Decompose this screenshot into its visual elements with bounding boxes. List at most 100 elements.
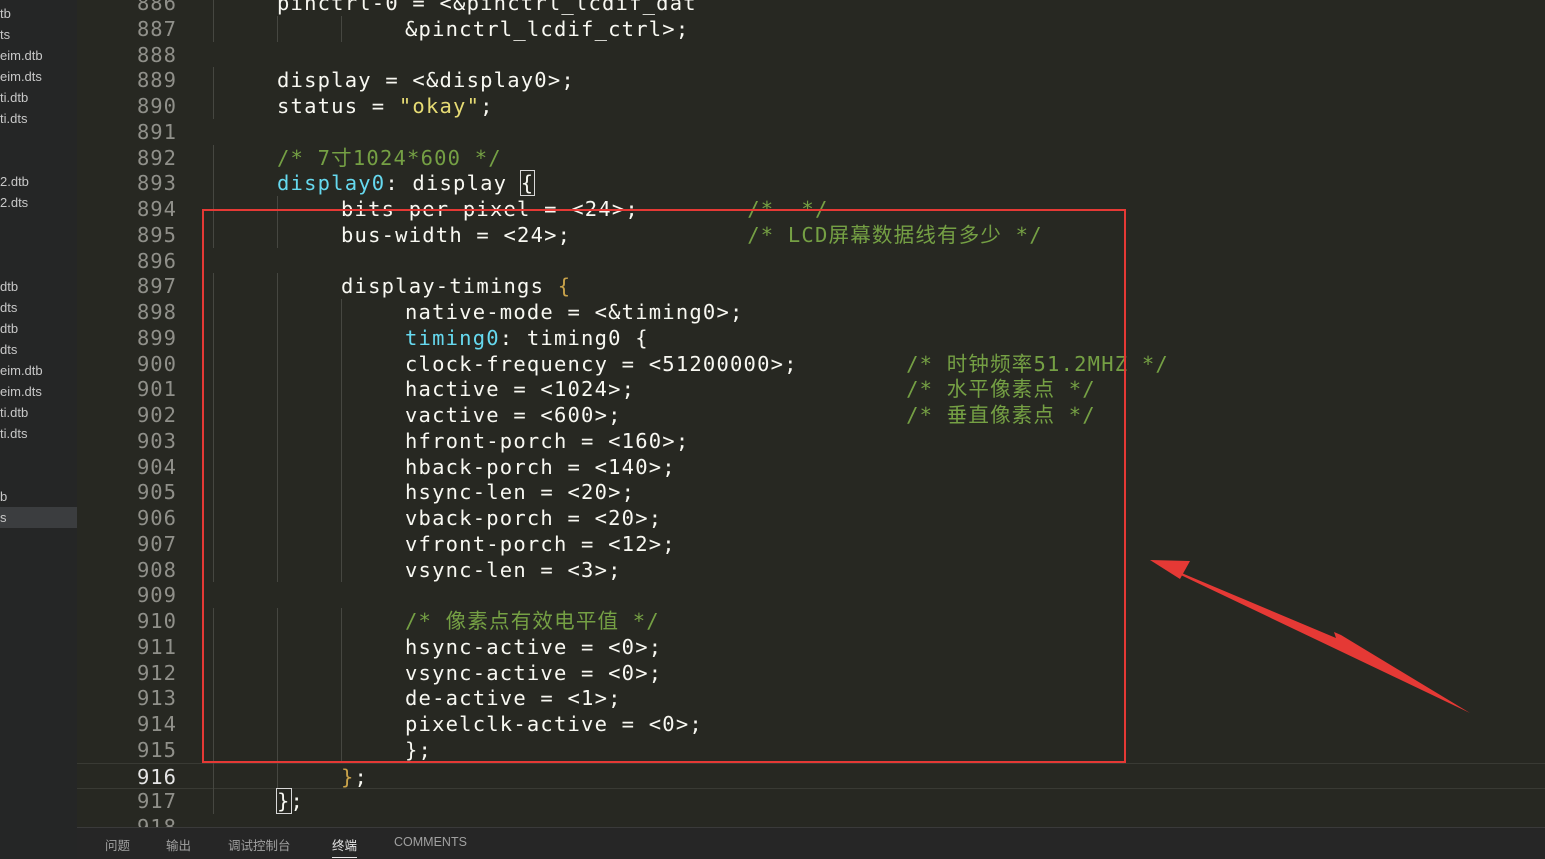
sidebar-file-item[interactable]: ti.dtb (0, 402, 77, 423)
code-line[interactable]: 889 display = <&display0>; (77, 67, 1545, 93)
code-line[interactable]: 916}; (77, 762, 1545, 790)
panel-tab[interactable]: 调试控制台 (228, 835, 291, 854)
code-token: /* 7寸1024*600 */ (277, 145, 502, 170)
code-token: &pinctrl_lcdif_ctrl>; (405, 16, 690, 41)
sidebar-file-item[interactable]: 2.dts (0, 192, 77, 213)
code-line[interactable]: 891 (77, 119, 1545, 145)
code-line[interactable]: 892 /* 7寸1024*600 */ (77, 145, 1545, 171)
code-token: pinctrl-0 = <&pinctrl_lcdif_dat (277, 0, 697, 15)
sidebar-file-item[interactable] (0, 255, 77, 276)
line-number: 916 (136, 764, 177, 789)
sidebar-file-item[interactable]: dtb (0, 318, 77, 339)
line-number: 898 (136, 300, 177, 324)
code-token: : display (385, 171, 521, 196)
panel-tab[interactable]: COMMENTS (394, 835, 467, 849)
code-token: { (519, 170, 536, 197)
line-number: 914 (136, 712, 177, 736)
bottom-panel-tabs: 问题 输出 调试控制台 终端 COMMENTS (77, 827, 1545, 859)
line-number: 888 (136, 42, 177, 67)
indent-guide (213, 67, 214, 93)
code-text: display = <&display0>; (277, 67, 575, 93)
line-number: 912 (136, 660, 177, 685)
code-token: ; (290, 789, 305, 814)
line-number: 910 (136, 609, 177, 633)
sidebar-file-item[interactable] (0, 465, 77, 486)
sidebar-file-item[interactable]: ti.dts (0, 108, 77, 129)
line-number: 891 (136, 119, 177, 144)
panel-tab[interactable]: 终端 (332, 835, 358, 858)
line-number: 900 (136, 351, 177, 376)
line-number: 897 (136, 274, 177, 299)
panel-tab[interactable]: 输出 (166, 835, 191, 854)
sidebar-file-item[interactable]: eim.dtb (0, 45, 77, 66)
code-line[interactable]: 893 display0: display { (77, 170, 1545, 197)
code-token: ; (354, 764, 369, 789)
indent-guide (277, 762, 278, 789)
line-number: 902 (136, 403, 177, 427)
code-token: display = <&display0>; (277, 68, 575, 93)
line-number: 911 (136, 634, 177, 659)
sidebar-file-item[interactable]: dts (0, 297, 77, 318)
code-text: status = "okay"; (277, 93, 494, 119)
sidebar-file-item[interactable]: eim.dts (0, 381, 77, 402)
code-line[interactable]: 890 status = "okay"; (77, 93, 1545, 119)
panel-tab[interactable]: 问题 (105, 835, 130, 854)
line-number: 903 (136, 428, 177, 453)
line-number: 915 (136, 737, 177, 762)
line-number: 909 (136, 583, 177, 608)
line-number: 889 (136, 68, 177, 93)
code-line[interactable]: 918 (77, 814, 1545, 827)
code-line[interactable]: 887 &pinctrl_lcdif_ctrl>; (77, 16, 1545, 42)
code-line[interactable]: 917}; (77, 788, 1545, 815)
code-token: } (276, 788, 292, 815)
arrow-shaft (1164, 567, 1470, 713)
sidebar-file-item[interactable] (0, 213, 77, 234)
code-line[interactable]: 886 pinctrl-0 = <&pinctrl_lcdif_dat (77, 0, 1545, 16)
sidebar-file-item[interactable]: ti.dtb (0, 87, 77, 108)
code-token: "okay" (398, 94, 481, 118)
code-token: ; (480, 94, 494, 118)
indent-guide (213, 762, 214, 789)
file-explorer-sidebar: tb ts eim.dtb eim.dts ti.dtb ti.dts 2.dtb 2.dts… (0, 0, 77, 859)
sidebar-file-item[interactable]: b (0, 486, 77, 507)
indent-guide (213, 144, 214, 171)
indent-guide (213, 0, 214, 16)
indent-guide (213, 170, 214, 196)
code-text: /* 7寸1024*600 */ (277, 145, 502, 171)
line-number: 904 (136, 454, 177, 479)
sidebar-file-item[interactable]: dtb (0, 276, 77, 297)
line-number: 892 (136, 145, 177, 170)
line-number: 918 (136, 815, 177, 827)
red-arrow-annotation (1150, 560, 1470, 713)
line-number: 899 (136, 325, 177, 350)
sidebar-file-item[interactable] (0, 150, 77, 171)
indent-guide (341, 15, 342, 42)
sidebar-file-item[interactable]: 2.dtb (0, 171, 77, 192)
sidebar-file-item[interactable]: s (0, 507, 77, 528)
sidebar-file-item[interactable]: eim.dtb (0, 360, 77, 381)
code-text: }; (341, 764, 368, 790)
sidebar-file-item[interactable]: eim.dts (0, 66, 77, 87)
code-text: }; (276, 788, 305, 815)
line-number: 896 (136, 248, 177, 273)
code-token: display0 (277, 171, 386, 196)
line-number: 908 (136, 557, 177, 582)
code-token: } (341, 764, 355, 789)
line-number: 894 (136, 197, 177, 221)
sidebar-file-item[interactable]: ts (0, 24, 77, 45)
code-text: &pinctrl_lcdif_ctrl>; (405, 16, 689, 42)
line-number: 905 (136, 480, 177, 505)
code-token: status = (277, 94, 399, 118)
line-number: 890 (136, 94, 177, 118)
sidebar-file-item[interactable]: ti.dts (0, 423, 77, 444)
sidebar-file-item[interactable]: dts (0, 339, 77, 360)
sidebar-file-item[interactable]: tb (0, 3, 77, 24)
sidebar-file-item[interactable] (0, 129, 77, 150)
red-highlight-box (202, 209, 1126, 763)
code-text: display0: display { (277, 170, 536, 197)
line-number: 913 (136, 686, 177, 711)
sidebar-file-item[interactable] (0, 444, 77, 465)
sidebar-file-item[interactable] (0, 234, 77, 255)
code-text: pinctrl-0 = <&pinctrl_lcdif_dat (277, 0, 697, 16)
code-line[interactable]: 888 (77, 42, 1545, 68)
